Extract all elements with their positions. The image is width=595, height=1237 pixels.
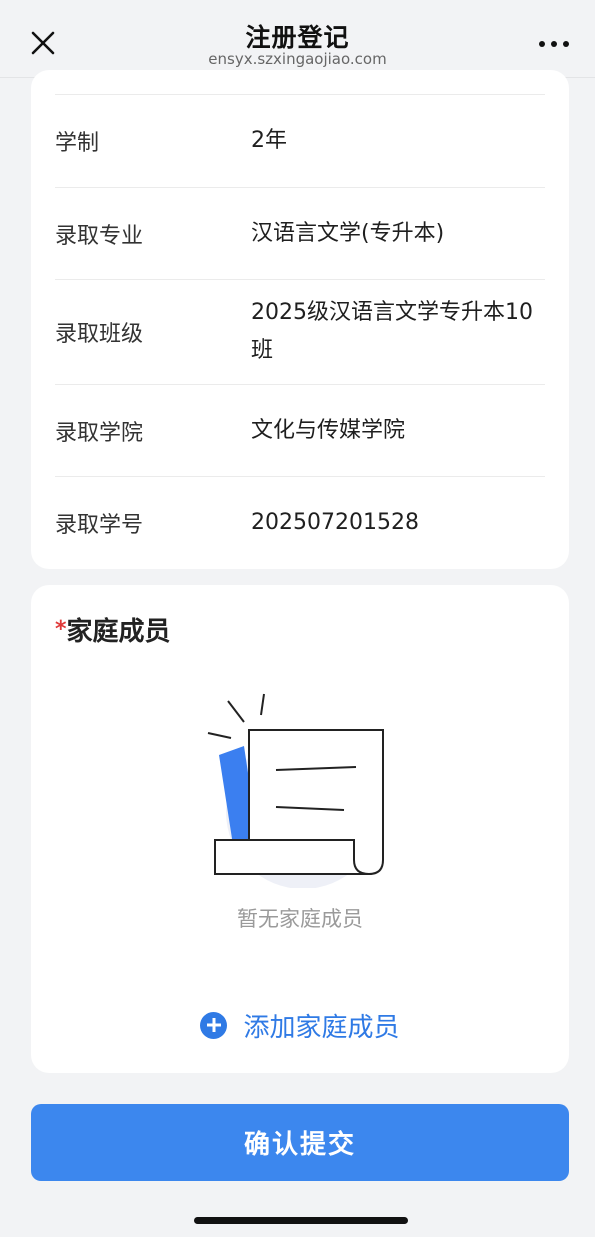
info-row-class: 录取班级 2025级汉语言文学专升本10班: [55, 280, 545, 385]
plus-circle-icon: [200, 1011, 228, 1039]
info-value: 202507201528: [251, 510, 419, 535]
home-indicator: [194, 1217, 408, 1224]
page-url: ensyx.szxingaojiao.com: [208, 50, 387, 68]
info-label: 录取学院: [55, 420, 144, 446]
info-label: 录取学号: [55, 513, 144, 538]
more-icon: [539, 41, 569, 47]
more-button[interactable]: [537, 34, 571, 54]
info-label: 录取专业: [55, 223, 144, 249]
page-title: 注册登记: [245, 23, 350, 52]
info-label: 录取班级: [55, 322, 144, 347]
info-value: 2025级汉语言文学专升本10班: [251, 300, 533, 363]
required-mark: *: [55, 617, 67, 642]
top-bar: 注册登记 ensyx.szxingaojiao.com: [0, 0, 595, 78]
add-family-member-button[interactable]: 添加家庭成员: [31, 1003, 569, 1047]
info-value: 汉语言文学(专升本): [251, 220, 445, 246]
info-label: 学制: [55, 131, 100, 156]
info-row-major: 录取专业 汉语言文学(专升本): [55, 188, 545, 280]
family-section-title: *家庭成员: [55, 611, 171, 648]
info-row-duration: 学制 2年: [55, 95, 545, 188]
info-row-college: 录取学院 文化与传媒学院: [55, 385, 545, 477]
add-family-member-label: 添加家庭成员: [243, 1012, 400, 1043]
info-value: 文化与传媒学院: [251, 417, 406, 443]
empty-state-text: 暂无家庭成员: [237, 907, 363, 931]
info-list: 学制 2年 录取专业 汉语言文学(专升本) 录取班级 2025级汉语言文学专升本…: [55, 94, 545, 569]
info-value: 2年: [251, 128, 287, 153]
confirm-submit-button[interactable]: 确认提交: [31, 1104, 569, 1181]
family-members-card: *家庭成员 暂无家庭成员 添加家庭成员: [31, 585, 569, 1073]
info-row-student-id: 录取学号 202507201528: [55, 477, 545, 569]
empty-document-icon: [207, 693, 384, 888]
family-title-text: 家庭成员: [66, 617, 171, 647]
bottom-safe-area: [0, 1187, 595, 1237]
enrollment-info-card: 学制 2年 录取专业 汉语言文学(专升本) 录取班级 2025级汉语言文学专升本…: [31, 70, 569, 569]
